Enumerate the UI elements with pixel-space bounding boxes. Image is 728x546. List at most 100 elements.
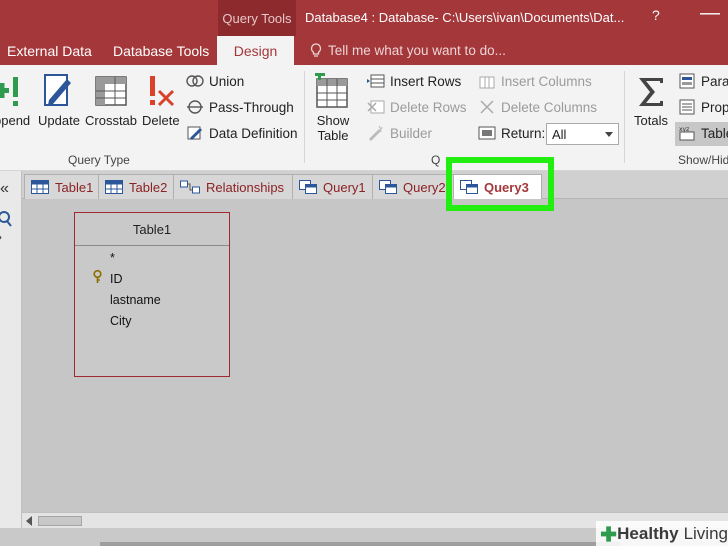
field-all[interactable]: *	[110, 251, 115, 265]
append-button[interactable]: ppend	[0, 71, 30, 128]
table-names-label: Table	[701, 125, 728, 141]
show-table-label-2: Table	[317, 128, 349, 143]
union-button[interactable]: Union	[186, 70, 244, 92]
query-icon	[299, 180, 317, 194]
delete-columns-label: Delete Columns	[501, 99, 598, 115]
query-setup-group-label: Q	[431, 153, 441, 167]
union-icon	[186, 72, 204, 90]
document-tab-bar: Table1 Table2 Relationships Query1 Query…	[22, 171, 728, 199]
insert-columns-label: Insert Columns	[501, 73, 592, 89]
property-sheet-button[interactable]: Prope	[678, 96, 728, 118]
doc-tab-label: Table2	[129, 179, 168, 195]
doc-tab-label: Query2	[403, 179, 446, 195]
ribbon: ppend Update Crosstab Delete Union Pass-…	[0, 65, 728, 171]
delete-rows-button[interactable]: Delete Rows	[367, 96, 467, 118]
scroll-left-icon[interactable]	[26, 516, 32, 526]
splitter-bar[interactable]	[100, 542, 620, 546]
show-table-label-1: Show	[316, 113, 350, 128]
insert-columns-button[interactable]: Insert Columns	[478, 70, 592, 92]
field-lastname[interactable]: lastname	[110, 293, 161, 307]
window-title: Database4 : Database- C:\Users\ivan\Docu…	[305, 10, 625, 25]
return-label-group: Return:	[478, 122, 545, 144]
doc-tab-label: Table1	[55, 179, 94, 195]
builder-button[interactable]: Builder	[367, 122, 432, 144]
delete-query-button[interactable]: Delete	[142, 71, 180, 128]
tell-me-box[interactable]: Tell me what you want to do...	[310, 36, 506, 65]
append-icon	[0, 71, 29, 109]
help-button[interactable]: ?	[652, 7, 660, 23]
nav-marker-icon: •	[0, 229, 2, 245]
delete-columns-icon	[478, 98, 496, 116]
minimize-button[interactable]: —	[700, 2, 720, 25]
totals-label: Totals	[634, 113, 668, 128]
doc-tab-table1[interactable]: Table1	[24, 174, 103, 199]
pass-through-button[interactable]: Pass-Through	[186, 96, 294, 118]
table-names-button[interactable]: xyz Table	[678, 122, 728, 144]
data-definition-label: Data Definition	[209, 125, 298, 141]
table-icon	[105, 180, 123, 194]
update-label: Update	[38, 113, 80, 128]
pass-through-icon	[186, 98, 204, 116]
watermark-brand-2: Living	[683, 523, 728, 543]
insert-rows-button[interactable]: Insert Rows	[367, 70, 461, 92]
return-icon	[478, 124, 496, 142]
crosstab-icon	[93, 71, 129, 109]
append-label: ppend	[0, 113, 31, 128]
crosstab-button[interactable]: Crosstab	[85, 71, 137, 128]
tab-external-data[interactable]: External Data	[7, 36, 92, 65]
query-type-group-label: Query Type	[68, 153, 130, 167]
doc-tab-relationships[interactable]: Relationships	[173, 174, 294, 199]
delete-columns-button[interactable]: Delete Columns	[478, 96, 597, 118]
doc-tab-query2[interactable]: Query2	[372, 174, 455, 199]
insert-rows-label: Insert Rows	[390, 73, 462, 89]
tab-database-tools[interactable]: Database Tools	[113, 36, 209, 65]
field-list-title[interactable]: Table1	[75, 213, 229, 246]
parameters-button[interactable]: Param	[678, 70, 728, 92]
chevron-down-icon	[605, 132, 613, 137]
update-icon	[41, 71, 77, 109]
insert-columns-icon	[478, 72, 496, 90]
builder-icon	[367, 124, 385, 142]
watermark-brand-1: Healthy	[617, 523, 679, 543]
doc-tab-table2[interactable]: Table2	[98, 174, 177, 199]
parameters-label: Param	[701, 73, 728, 89]
delete-query-icon	[143, 71, 179, 109]
doc-tab-label: Query1	[323, 179, 366, 195]
field-city[interactable]: City	[110, 314, 132, 328]
data-definition-icon	[186, 124, 204, 142]
return-dropdown[interactable]: All	[546, 123, 619, 145]
group-separator	[304, 71, 305, 163]
crosstab-label: Crosstab	[85, 113, 138, 128]
return-label: Return:	[501, 125, 546, 141]
key-icon	[93, 269, 102, 289]
field-list-table1[interactable]: Table1 * ID lastname City	[74, 212, 230, 377]
delete-query-label: Delete	[142, 113, 180, 128]
sigma-icon	[635, 71, 667, 109]
doc-tab-label: Relationships	[206, 179, 285, 195]
scroll-thumb[interactable]	[38, 516, 82, 526]
navigation-pane-collapsed: « •	[0, 171, 22, 546]
collapse-nav-button[interactable]: «	[0, 180, 9, 198]
query-icon	[379, 180, 397, 194]
pass-through-label: Pass-Through	[209, 99, 294, 115]
data-definition-button[interactable]: Data Definition	[186, 122, 298, 144]
doc-tab-query1[interactable]: Query1	[292, 174, 375, 199]
watermark: Healthy Living	[596, 521, 728, 546]
update-button[interactable]: Update	[38, 71, 80, 128]
property-sheet-label: Prope	[701, 99, 728, 115]
group-separator-2	[624, 71, 625, 163]
parameters-icon	[678, 72, 696, 90]
relationships-icon	[180, 180, 200, 194]
insert-rows-icon	[367, 72, 385, 90]
show-hide-group-label: Show/Hid	[678, 153, 728, 167]
return-value: All	[552, 126, 567, 142]
tab-design[interactable]: Design	[217, 36, 294, 65]
field-id[interactable]: ID	[110, 272, 123, 286]
totals-button[interactable]: Totals	[634, 71, 668, 128]
query-tools-context-label: Query Tools	[218, 0, 296, 36]
show-table-button[interactable]: Show Table	[315, 71, 351, 143]
delete-rows-icon	[367, 98, 385, 116]
lightbulb-icon	[310, 43, 322, 57]
builder-label: Builder	[390, 125, 433, 141]
ribbon-tab-row: External Data Database Tools Design Tell…	[0, 36, 728, 65]
